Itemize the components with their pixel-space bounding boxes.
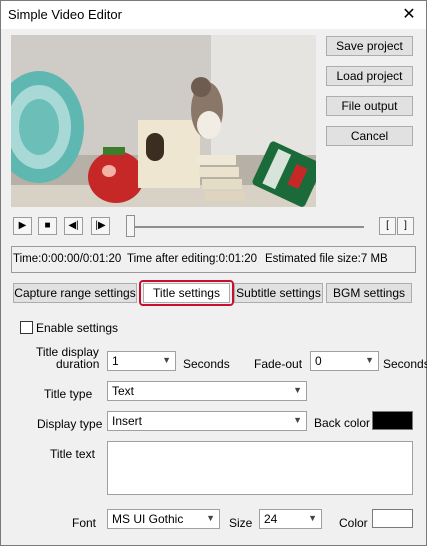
save-project-button[interactable]: Save project xyxy=(326,36,413,56)
title-bar: Simple Video Editor ✕ xyxy=(1,1,426,29)
chevron-down-icon: ▼ xyxy=(206,513,215,523)
fade-out-value: 0 xyxy=(315,354,322,368)
title-display-duration-label-line2: duration xyxy=(56,357,100,371)
play-icon[interactable]: ▶ xyxy=(13,217,32,235)
title-type-value: Text xyxy=(112,384,135,398)
status-bar: Time:0:00:00/0:01:20 Time after editing:… xyxy=(11,246,416,273)
file-output-button[interactable]: File output xyxy=(326,96,413,116)
fade-out-seconds-label: Seconds xyxy=(383,357,427,371)
window-title: Simple Video Editor xyxy=(8,7,122,22)
chevron-down-icon: ▼ xyxy=(162,355,171,365)
seek-bar-track[interactable] xyxy=(126,226,364,228)
title-type-label: Title type xyxy=(44,387,93,401)
chevron-down-icon: ▼ xyxy=(293,385,302,395)
title-type-select[interactable]: Text ▼ xyxy=(107,381,307,401)
previous-frame-icon[interactable]: ◀| xyxy=(64,217,83,235)
estimated-file-size-text: Estimated file size:7 MB xyxy=(265,253,388,265)
tab-subtitle-settings[interactable]: Subtitle settings xyxy=(234,283,323,303)
time-after-editing-text: Time after editing:0:01:20 xyxy=(127,253,257,265)
font-label: Font xyxy=(72,516,97,530)
display-type-select[interactable]: Insert ▼ xyxy=(107,411,307,431)
cancel-button[interactable]: Cancel xyxy=(326,126,413,146)
size-value: 24 xyxy=(264,512,278,526)
chevron-down-icon: ▼ xyxy=(365,355,374,365)
chevron-down-icon: ▼ xyxy=(308,513,317,523)
close-icon[interactable]: ✕ xyxy=(398,5,420,25)
mark-out-button[interactable]: ] xyxy=(397,217,414,235)
back-color-swatch[interactable] xyxy=(372,411,413,430)
back-color-label: Back color xyxy=(314,416,371,430)
chevron-down-icon: ▼ xyxy=(293,415,302,425)
title-duration-value: 1 xyxy=(112,354,119,368)
next-frame-icon[interactable]: |▶ xyxy=(91,217,110,235)
load-project-button[interactable]: Load project xyxy=(326,66,413,86)
current-time-text: Time:0:00:00/0:01:20 xyxy=(13,253,122,265)
stop-icon[interactable]: ■ xyxy=(38,217,57,235)
mark-in-button[interactable]: [ xyxy=(379,217,396,235)
fade-out-label: Fade-out xyxy=(254,357,303,371)
title-text-input[interactable] xyxy=(107,441,413,495)
enable-settings-label: Enable settings xyxy=(36,321,119,335)
title-text-label: Title text xyxy=(50,447,95,461)
font-select[interactable]: MS UI Gothic ▼ xyxy=(107,509,220,529)
seek-bar-thumb[interactable] xyxy=(126,215,135,237)
fade-out-select[interactable]: 0 ▼ xyxy=(310,351,379,371)
enable-settings-checkbox[interactable] xyxy=(20,321,33,334)
size-select[interactable]: 24 ▼ xyxy=(259,509,322,529)
size-label: Size xyxy=(229,516,253,530)
font-value: MS UI Gothic xyxy=(112,512,184,526)
text-color-swatch[interactable] xyxy=(372,509,413,528)
simple-video-editor-window: Simple Video Editor ✕ Save project Load … xyxy=(0,0,427,546)
tab-capture-range-settings[interactable]: Capture range settings xyxy=(13,283,137,303)
tab-bgm-settings[interactable]: BGM settings xyxy=(326,283,412,303)
active-tab-highlight xyxy=(139,280,234,306)
display-type-label: Display type xyxy=(37,417,103,431)
video-preview xyxy=(11,35,316,207)
display-type-value: Insert xyxy=(112,414,143,428)
title-duration-select[interactable]: 1 ▼ xyxy=(107,351,176,371)
color-label: Color xyxy=(339,516,368,530)
duration-seconds-label: Seconds xyxy=(183,357,230,371)
video-frame-image xyxy=(11,35,316,207)
